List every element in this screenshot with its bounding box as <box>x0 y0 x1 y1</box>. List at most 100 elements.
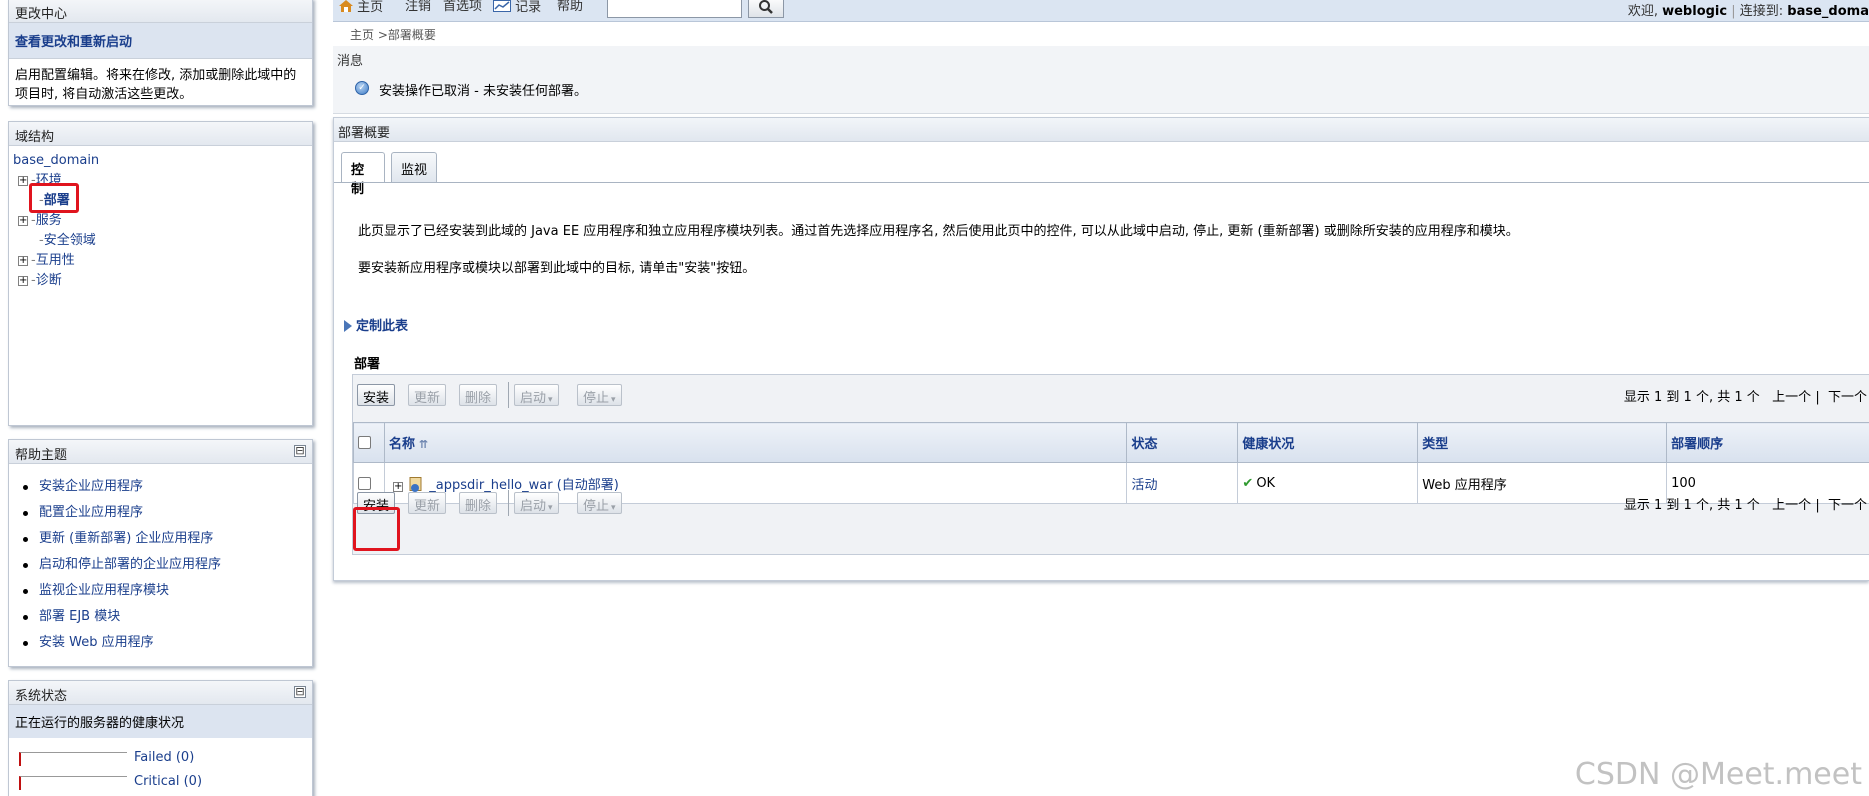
change-center-title: 更改中心 <box>9 0 312 23</box>
deployments-table-container: 安装 更新 删除 启动 ▾ 停止 ▾ 显示 1 到 1 个, 共 1 个 上一个 |… <box>352 374 1869 555</box>
sort-ascending-icon[interactable]: ⇈ <box>419 438 428 451</box>
stop-button-bottom[interactable]: 停止 ▾ <box>577 492 622 514</box>
column-header-state[interactable]: 状态 <box>1126 422 1239 463</box>
help-topic-link[interactable]: 监视企业应用程序模块 <box>21 578 306 604</box>
help-topic-link[interactable]: 配置企业应用程序 <box>21 500 306 526</box>
home-link[interactable]: 主页 <box>339 0 383 22</box>
overview-description-1: 此页显示了已经安装到此域的 Java EE 应用程序和独立应用程序模块列表。通过… <box>358 224 1519 239</box>
table-header-row: 名称 ⇈ 状态 健康状况 类型 部署顺序 <box>353 422 1869 463</box>
prev-link[interactable]: 上一个 <box>1772 498 1811 513</box>
change-center-description: 启用配置编辑。将来在修改, 添加或删除此域中的项目时, 将自动激活这些更改。 <box>15 68 297 102</box>
health-bar <box>19 752 127 766</box>
record-link[interactable]: 记录 <box>493 0 541 22</box>
button-separator <box>508 382 509 408</box>
help-topic-link[interactable]: 安装企业应用程序 <box>21 474 306 500</box>
update-button[interactable]: 更新 <box>408 384 447 406</box>
system-status-panel: 系统状态 ⊟ 正在运行的服务器的健康状况 Failed (0) Critical… <box>8 680 313 796</box>
prev-link[interactable]: 上一个 <box>1772 390 1811 405</box>
install-button[interactable]: 安装 <box>357 384 396 406</box>
expand-icon[interactable]: + <box>18 176 28 186</box>
tree-item-diagnostics[interactable]: + -诊断 <box>13 271 308 291</box>
collapse-icon[interactable]: ⊟ <box>294 445 306 457</box>
message-text: 安装操作已取消 - 未安装任何部署。 <box>379 84 587 99</box>
button-separator <box>508 490 509 516</box>
help-topic-link[interactable]: 安装 Web 应用程序 <box>21 630 306 656</box>
column-header-type[interactable]: 类型 <box>1417 422 1668 463</box>
collapse-icon[interactable]: ⊟ <box>294 686 306 698</box>
search-input[interactable] <box>607 0 742 18</box>
expand-icon[interactable]: + <box>18 216 28 226</box>
messages-title: 消息 <box>337 54 364 69</box>
help-topic-link[interactable]: 启动和停止部署的企业应用程序 <box>21 552 306 578</box>
tree-root-base-domain[interactable]: base_domain <box>13 151 308 171</box>
tab-control[interactable]: 控制 <box>341 152 385 197</box>
logout-link[interactable]: 注销 <box>405 0 431 22</box>
help-topic-link[interactable]: 更新 (重新部署) 企业应用程序 <box>21 526 306 552</box>
health-row-critical: Critical (0) <box>9 770 312 794</box>
preferences-link[interactable]: 首选项 <box>443 0 482 22</box>
delete-button[interactable]: 删除 <box>459 384 498 406</box>
column-header-name[interactable]: 名称 ⇈ <box>383 422 1128 463</box>
health-label-failed[interactable]: Failed (0) <box>134 750 194 765</box>
main-content: 主页 注销 首选项 记录 帮助 欢迎, weblogic | 连接到: base… <box>333 0 1869 796</box>
overview-title: 部署概要 <box>334 118 1869 142</box>
expand-icon[interactable]: + <box>18 256 28 266</box>
health-caption: 正在运行的服务器的健康状况 <box>9 705 312 738</box>
domain-tree: base_domain + -环境 -部署 + -服务 -安全领域 + -互用性 + -… <box>9 146 312 296</box>
start-button[interactable]: 启动 ▾ <box>514 384 559 406</box>
breadcrumb[interactable]: 主页 >部署概要 <box>350 26 436 43</box>
domain-structure-panel: 域结构 base_domain + -环境 -部署 + -服务 -安全领域 + -互用… <box>8 121 313 426</box>
column-header-health[interactable]: 健康状况 <box>1237 422 1419 463</box>
bottom-button-bar: 安装 更新 删除 启动 ▾ 停止 ▾ 显示 1 到 1 个, 共 1 个 上一个 |… <box>353 483 1869 519</box>
chevron-down-icon: ▾ <box>611 503 616 513</box>
health-row-failed: Failed (0) <box>9 746 312 770</box>
overview-description-2: 要安装新应用程序或模块以部署到此域中的目标, 请单击"安装"按钮。 <box>358 261 756 276</box>
help-topics-title: 帮助主题 ⊟ <box>9 440 312 464</box>
stop-button[interactable]: 停止 ▾ <box>577 384 622 406</box>
next-link[interactable]: 下一个 <box>1828 390 1867 405</box>
health-bar <box>19 776 127 790</box>
pager-separator: | <box>1815 498 1820 513</box>
tree-item-security-realms[interactable]: -安全领域 <box>13 231 308 251</box>
domain-name: base_doma <box>1787 4 1869 19</box>
home-icon <box>339 0 353 12</box>
left-column: 更改中心 查看更改和重新启动 启用配置编辑。将来在修改, 添加或删除此域中的项目… <box>0 0 318 796</box>
chevron-down-icon: ▾ <box>548 503 553 513</box>
record-icon <box>493 0 511 12</box>
pager-bottom: 显示 1 到 1 个, 共 1 个 上一个 | 下一个 <box>1624 494 1867 513</box>
help-topic-link[interactable]: 部署 EJB 模块 <box>21 604 306 630</box>
help-topics-panel: 帮助主题 ⊟ 安装企业应用程序 配置企业应用程序 更新 (重新部署) 企业应用程… <box>8 439 313 667</box>
search-button[interactable] <box>748 0 784 18</box>
column-header-order[interactable]: 部署顺序 <box>1666 422 1869 463</box>
deployments-section-title: 部署 <box>354 357 381 372</box>
help-link[interactable]: 帮助 <box>557 0 583 22</box>
highlight-box <box>29 183 79 213</box>
expand-icon[interactable]: + <box>18 276 28 286</box>
tab-monitoring[interactable]: 监视 <box>391 152 437 182</box>
pager: 显示 1 到 1 个, 共 1 个 上一个 | 下一个 <box>1624 386 1867 405</box>
delete-button-bottom[interactable]: 删除 <box>459 492 498 514</box>
next-link[interactable]: 下一个 <box>1828 498 1867 513</box>
health-label-critical[interactable]: Critical (0) <box>134 774 202 789</box>
tree-item-services[interactable]: + -服务 <box>13 211 308 231</box>
expand-triangle-icon <box>344 320 352 332</box>
domain-structure-title: 域结构 <box>9 122 312 146</box>
messages-area: 消息 ✓ 安装操作已取消 - 未安装任何部署。 <box>333 46 1869 114</box>
system-status-title: 系统状态 ⊟ <box>9 681 312 705</box>
view-changes-link[interactable]: 查看更改和重新启动 <box>9 23 312 59</box>
pager-text: 显示 1 到 1 个, 共 1 个 <box>1623 498 1760 513</box>
select-all-checkbox[interactable] <box>358 436 371 449</box>
help-topics-list: 安装企业应用程序 配置企业应用程序 更新 (重新部署) 企业应用程序 启动和停止… <box>9 464 312 664</box>
top-toolbar: 主页 注销 首选项 记录 帮助 欢迎, weblogic | 连接到: base… <box>333 0 1869 22</box>
tree-item-interoperability[interactable]: + -互用性 <box>13 251 308 271</box>
update-button-bottom[interactable]: 更新 <box>408 492 447 514</box>
customize-table-link[interactable]: 定制此表 <box>344 315 408 334</box>
chevron-down-icon: ▾ <box>611 395 616 405</box>
info-check-icon: ✓ <box>355 81 369 95</box>
select-all-cell <box>353 422 385 463</box>
tab-divider <box>334 182 1869 183</box>
username: weblogic <box>1662 4 1728 19</box>
search-icon <box>759 0 773 14</box>
highlight-box <box>353 507 400 551</box>
start-button-bottom[interactable]: 启动 ▾ <box>514 492 559 514</box>
